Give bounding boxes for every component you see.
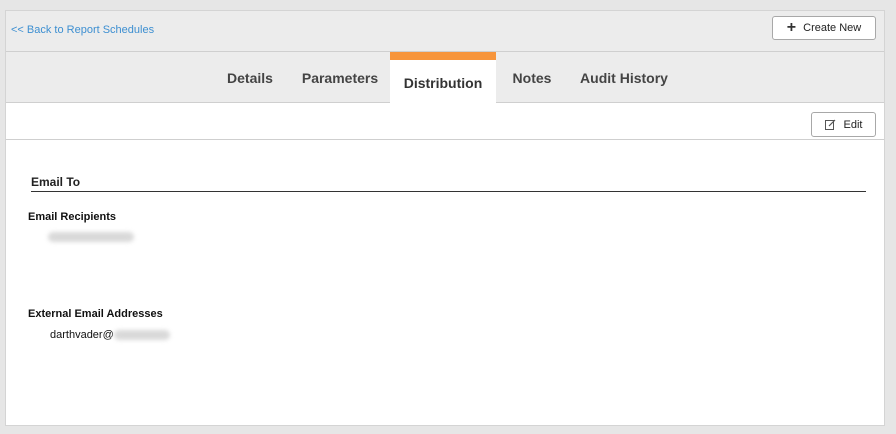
tab-audit-history[interactable]: Audit History xyxy=(574,52,674,103)
edit-button[interactable]: Edit xyxy=(811,112,876,137)
tab-details[interactable]: Details xyxy=(218,52,282,103)
back-to-report-schedules-link[interactable]: << Back to Report Schedules xyxy=(11,24,154,36)
tab-distribution[interactable]: Distribution xyxy=(390,52,496,104)
email-recipient-value xyxy=(48,231,134,243)
redacted-recipient xyxy=(48,232,134,243)
edit-icon xyxy=(824,119,835,130)
external-email-addresses-label: External Email Addresses xyxy=(28,308,163,320)
app-frame: << Back to Report Schedules + Create New… xyxy=(5,10,885,426)
email-to-section-title: Email To xyxy=(31,175,866,192)
plus-icon: + xyxy=(786,19,797,36)
redacted-email-domain xyxy=(113,330,170,341)
tab-parameters[interactable]: Parameters xyxy=(296,52,384,103)
tab-bar: Details Parameters Distribution Notes Au… xyxy=(6,52,884,104)
edit-label: Edit xyxy=(843,118,863,131)
action-bar: Edit xyxy=(6,103,884,140)
top-bar: << Back to Report Schedules + Create New xyxy=(6,11,884,52)
external-email-value: darthvader@ xyxy=(50,329,170,341)
email-recipients-label: Email Recipients xyxy=(28,211,117,223)
create-new-button[interactable]: + Create New xyxy=(772,16,876,40)
tab-notes[interactable]: Notes xyxy=(504,52,560,103)
create-new-label: Create New xyxy=(803,22,862,34)
external-email-prefix: darthvader@ xyxy=(50,329,114,341)
